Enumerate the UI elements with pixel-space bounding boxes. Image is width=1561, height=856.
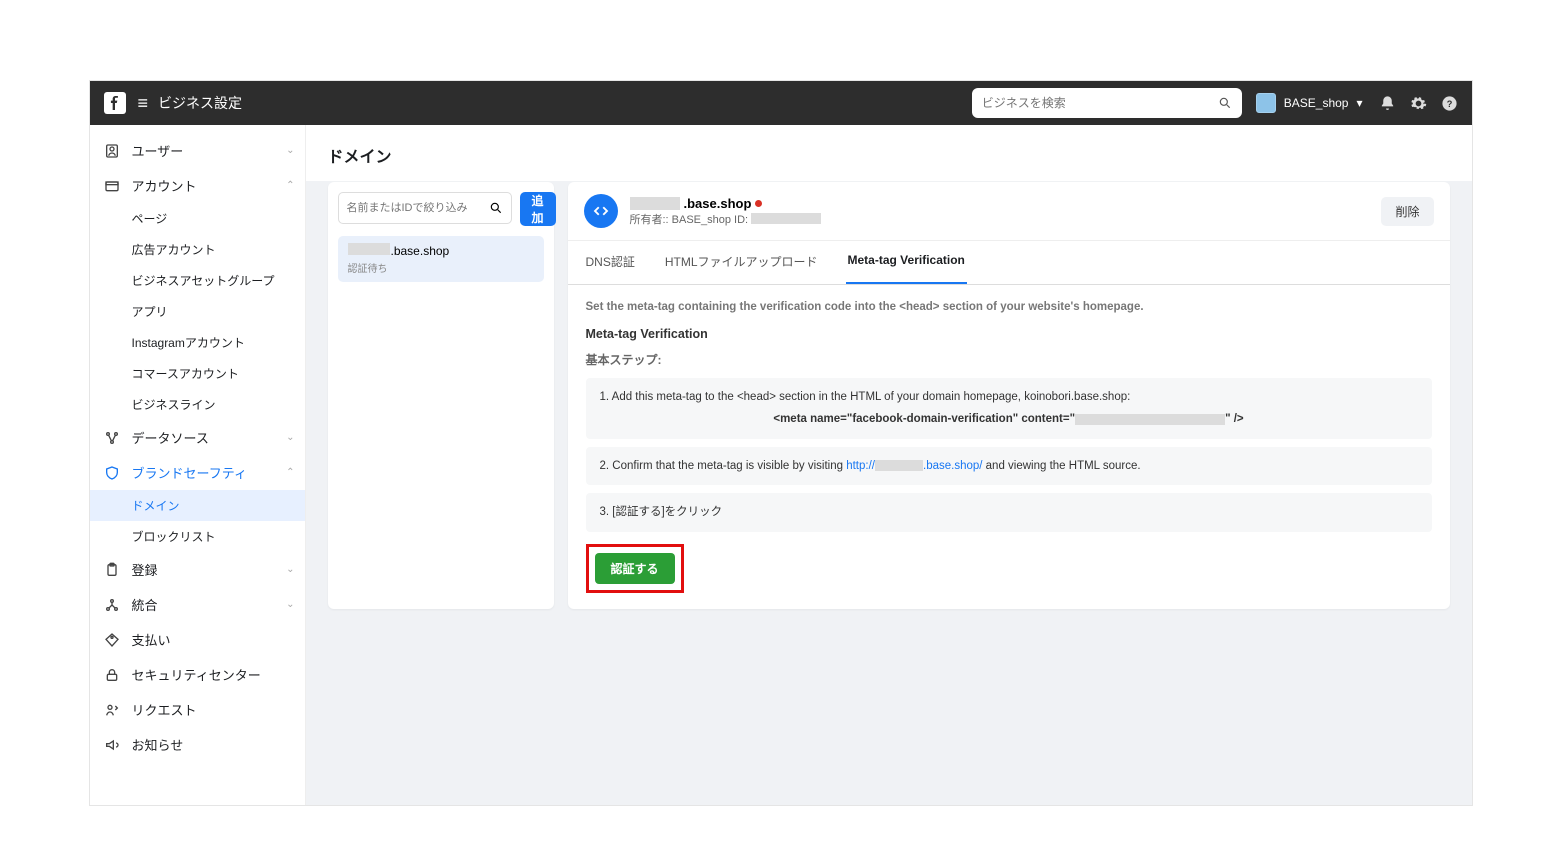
chevron-down-icon: ⌄ [286, 564, 294, 575]
sidebar-sub-biz-lines[interactable]: ビジネスライン [90, 389, 305, 420]
facebook-logo[interactable] [104, 92, 126, 114]
sidebar-item-accounts[interactable]: アカウント⌃ [90, 168, 305, 203]
verification-tabs: DNS認証 HTMLファイルアップロード Meta-tag Verificati… [568, 241, 1450, 285]
chevron-down-icon: ⌄ [286, 599, 294, 610]
sidebar-sub-biz-asset-groups[interactable]: ビジネスアセットグループ [90, 265, 305, 296]
sidebar-item-brand-safety[interactable]: ブランドセーフティ⌃ [90, 455, 305, 490]
request-icon [102, 702, 122, 718]
topbar: ≡ ビジネス設定 BASE_shop ▾ ? [90, 81, 1472, 125]
redacted-text [348, 243, 390, 255]
search-icon [1218, 96, 1232, 110]
users-icon [102, 143, 122, 159]
domain-list-item[interactable]: .base.shop 認証待ち [338, 236, 544, 282]
chevron-down-icon: ⌄ [286, 145, 294, 156]
page-title: ドメイン [306, 125, 1472, 182]
sidebar-sub-commerce[interactable]: コマースアカウント [90, 358, 305, 389]
search-icon [489, 201, 503, 215]
sidebar-item-integrations[interactable]: 統合⌄ [90, 587, 305, 622]
domain-name: .base.shop [630, 196, 1382, 211]
domain-filter[interactable] [338, 192, 512, 224]
main: ドメイン 追加 .base.shop 認証待ち [306, 125, 1472, 805]
domain-status: 認証待ち [348, 260, 534, 275]
section-title: Meta-tag Verification [586, 327, 1432, 341]
data-icon [102, 430, 122, 446]
hamburger-menu-icon[interactable]: ≡ [138, 94, 149, 112]
chevron-up-icon: ⌃ [286, 467, 294, 478]
sidebar-sub-domains[interactable]: ドメイン [90, 490, 305, 521]
redacted-text [630, 197, 680, 210]
redacted-text [751, 213, 821, 224]
step-2: 2. Confirm that the meta-tag is visible … [586, 447, 1432, 485]
meta-tag-code: <meta name="facebook-domain-verification… [600, 410, 1418, 428]
redacted-text [875, 460, 923, 471]
highlight-box: 認証する [586, 544, 684, 593]
sidebar-item-billing[interactable]: 支払い [90, 622, 305, 657]
step-1: 1. Add this meta-tag to the <head> secti… [586, 378, 1432, 439]
tab-description: Set the meta-tag containing the verifica… [586, 301, 1432, 313]
domain-filter-input[interactable] [347, 202, 489, 214]
help-icon[interactable]: ? [1441, 95, 1458, 112]
tag-icon [102, 632, 122, 648]
briefcase-icon [102, 178, 122, 194]
tab-dns[interactable]: DNS認証 [584, 241, 637, 284]
sidebar-item-data-sources[interactable]: データソース⌄ [90, 420, 305, 455]
sidebar-sub-instagram[interactable]: Instagramアカウント [90, 327, 305, 358]
bell-icon[interactable] [1379, 95, 1396, 112]
chevron-down-icon: ▾ [1356, 96, 1362, 110]
chevron-down-icon: ⌄ [286, 432, 294, 443]
domain-detail-panel: .base.shop 所有者:: BASE_shop ID: 削除 DNS認証 … [568, 182, 1450, 609]
shield-icon [102, 465, 122, 481]
sidebar-sub-apps[interactable]: アプリ [90, 296, 305, 327]
add-domain-button[interactable]: 追加 [520, 192, 556, 226]
business-search-input[interactable] [982, 96, 1218, 110]
sidebar-item-security[interactable]: セキュリティセンター [90, 657, 305, 692]
tab-html-upload[interactable]: HTMLファイルアップロード [663, 241, 820, 284]
business-search[interactable] [972, 88, 1242, 118]
verify-button[interactable]: 認証する [595, 553, 675, 584]
sidebar-sub-ad-accounts[interactable]: 広告アカウント [90, 234, 305, 265]
sidebar-item-registrations[interactable]: 登録⌄ [90, 552, 305, 587]
domain-owner: 所有者:: BASE_shop ID: [630, 211, 1382, 227]
domain-list-panel: 追加 .base.shop 認証待ち [328, 182, 554, 609]
sidebar-item-notifications[interactable]: お知らせ [90, 727, 305, 762]
lock-icon [102, 667, 122, 683]
domain-link[interactable]: http://.base.shop/ [846, 460, 982, 472]
integrations-icon [102, 597, 122, 613]
topbar-title: ビジネス設定 [158, 93, 242, 113]
status-dot-icon [755, 200, 762, 207]
sidebar-sub-pages[interactable]: ページ [90, 203, 305, 234]
svg-text:?: ? [1446, 99, 1452, 109]
redacted-text [1075, 414, 1225, 425]
steps-title: 基本ステップ: [586, 351, 1432, 368]
tab-meta-tag[interactable]: Meta-tag Verification [846, 241, 967, 284]
clipboard-icon [102, 562, 122, 578]
chevron-up-icon: ⌃ [286, 180, 294, 191]
step-3: 3. [認証する]をクリック [586, 493, 1432, 531]
code-icon [584, 194, 618, 228]
account-name: BASE_shop [1284, 96, 1349, 110]
sidebar: ユーザー⌄ アカウント⌃ ページ 広告アカウント ビジネスアセットグループ アプ… [90, 125, 306, 805]
sidebar-item-users[interactable]: ユーザー⌄ [90, 133, 305, 168]
account-switcher[interactable]: BASE_shop ▾ [1256, 93, 1363, 113]
sidebar-sub-blocklists[interactable]: ブロックリスト [90, 521, 305, 552]
gear-icon[interactable] [1410, 95, 1427, 112]
sidebar-item-requests[interactable]: リクエスト [90, 692, 305, 727]
account-avatar [1256, 93, 1276, 113]
delete-domain-button[interactable]: 削除 [1381, 197, 1433, 226]
megaphone-icon [102, 737, 122, 753]
